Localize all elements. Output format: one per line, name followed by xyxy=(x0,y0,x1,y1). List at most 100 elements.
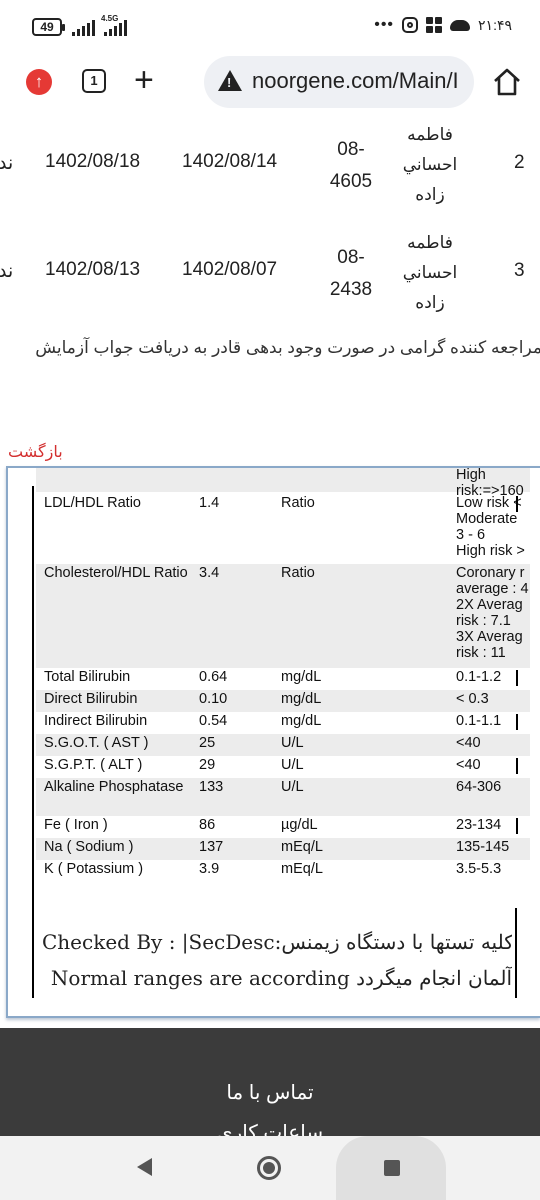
ready-date-cell: 1402/08/13 xyxy=(45,259,141,280)
table-row: ند 1402/08/13 1402/08/07 08- 2438 فاطمه … xyxy=(0,224,540,332)
test-unit: U/L xyxy=(281,757,304,773)
url-text[interactable]: noorgene.com/Main/I xyxy=(252,68,459,94)
code-cell[interactable]: 08- 2438 xyxy=(326,242,376,306)
home-icon[interactable] xyxy=(492,67,522,97)
lab-result-row: LDL/HDL Ratio 1.4 Ratio Low risk < Moderate… xyxy=(36,494,530,564)
name-line-2: احساني xyxy=(402,263,458,282)
reference-range: 135-145 xyxy=(456,839,510,855)
status-bar: 49 4.5G ••• ۲۱:۴۹ xyxy=(0,0,540,56)
clock-time: ۲۱:۴۹ xyxy=(478,16,512,33)
test-value: 25 xyxy=(199,735,216,751)
column-border-mark xyxy=(516,496,518,512)
test-unit: µg/dL xyxy=(281,817,318,833)
debt-notice-text: مراجعه کننده گرامی در صورت وجود بدهی قاد… xyxy=(35,338,540,357)
reference-range: 64-306 xyxy=(456,779,502,795)
test-name: Direct Bilirubin xyxy=(44,691,138,707)
test-value: 133 xyxy=(199,779,224,795)
test-name: K ( Potassium ) xyxy=(44,861,144,877)
lab-result-row: Alkaline Phosphatase 133 U/L 64-306 xyxy=(36,778,530,816)
lab-result-row: Direct Bilirubin 0.10 mg/dL < 0.3 xyxy=(36,690,530,712)
name-line-2: احساني xyxy=(402,155,458,174)
more-notifications-icon: ••• xyxy=(374,16,395,33)
test-value: 3.4 xyxy=(199,565,220,581)
test-value: 29 xyxy=(199,757,216,773)
test-unit: Ratio xyxy=(281,495,315,511)
signal-icon-secondary xyxy=(104,18,127,36)
recents-square-icon[interactable] xyxy=(384,1160,400,1176)
code-line-2: 2438 xyxy=(329,279,373,300)
test-unit: U/L xyxy=(281,779,304,795)
column-border-mark xyxy=(516,714,518,730)
instagram-icon xyxy=(402,17,419,33)
test-name: Total Bilirubin xyxy=(44,669,131,685)
app-grid-icon xyxy=(426,17,443,33)
reference-range: Low risk < Moderate 3 - 6 High risk > xyxy=(456,495,525,559)
back-link[interactable]: بازگشت xyxy=(8,442,63,462)
name-line-3: زاده xyxy=(415,185,445,204)
reference-range: 23-134 xyxy=(456,817,502,833)
test-value: 1.4 xyxy=(199,495,220,511)
status-cell: ند xyxy=(0,153,14,174)
lab-result-row: K ( Potassium ) 3.9 mEq/L 3.5-5.3 xyxy=(36,860,530,882)
code-line-2: 4605 xyxy=(329,171,373,192)
test-value: 3.9 xyxy=(199,861,220,877)
received-date-cell: 1402/08/07 xyxy=(182,259,278,280)
lab-result-row: Fe ( Iron ) 86 µg/dL 23-134 xyxy=(36,816,530,838)
contact-us-heading[interactable]: تماس با ما xyxy=(0,1080,540,1105)
ready-date-cell: 1402/08/18 xyxy=(45,151,141,172)
lab-result-row: S.G.O.T. ( AST ) 25 U/L <40 xyxy=(36,734,530,756)
reference-range: <40 xyxy=(456,735,481,751)
column-border-mark xyxy=(516,818,518,834)
lab-result-row: Na ( Sodium ) 137 mEq/L 135-145 xyxy=(36,838,530,860)
test-value: 0.54 xyxy=(199,713,228,729)
code-line-1: 08- xyxy=(337,139,365,160)
test-unit: mEq/L xyxy=(281,861,323,877)
status-cell: ند xyxy=(0,261,14,282)
web-page-content: ند 1402/08/18 1402/08/14 08- 4605 فاطمه … xyxy=(0,116,540,1136)
checked-by-line: Checked By : |SecDesc:کلیه تستها با دستگ… xyxy=(42,930,512,954)
address-bar[interactable]: noorgene.com/Main/I xyxy=(204,56,474,108)
test-unit: mg/dL xyxy=(281,713,322,729)
cloud-icon xyxy=(450,19,471,31)
code-line-1: 08- xyxy=(337,247,365,268)
reference-range: < 0.3 xyxy=(456,691,489,707)
lab-result-row: Total Bilirubin 0.64 mg/dL 0.1-1.2 xyxy=(36,668,530,690)
arrow-up-icon[interactable]: ↑ xyxy=(26,69,52,95)
reference-range: Coronary r average : 4 2X Averag risk : … xyxy=(456,565,529,661)
home-circle-icon[interactable] xyxy=(257,1156,281,1180)
test-unit: mg/dL xyxy=(281,691,322,707)
normal-ranges-line: آلمان انجام میگردد Normal ranges are acc… xyxy=(50,966,512,990)
signal-icon xyxy=(72,18,95,36)
reference-range: 3.5-5.3 xyxy=(456,861,502,877)
test-value: 86 xyxy=(199,817,216,833)
test-name: S.G.P.T. ( ALT ) xyxy=(44,757,143,773)
test-name: LDL/HDL Ratio xyxy=(44,495,141,511)
name-line-1: فاطمه xyxy=(407,125,453,144)
reference-range: <40 xyxy=(456,757,481,773)
test-name: Cholesterol/HDL Ratio xyxy=(44,565,188,581)
test-name: S.G.O.T. ( AST ) xyxy=(44,735,149,751)
back-triangle-icon[interactable] xyxy=(137,1158,152,1176)
test-unit: U/L xyxy=(281,735,304,751)
lab-result-row: High risk:=>160 xyxy=(36,468,530,499)
patient-name-cell: فاطمه احساني زاده xyxy=(400,120,460,210)
browser-toolbar: ↑ 1 + noorgene.com/Main/I xyxy=(0,56,540,116)
received-date-cell: 1402/08/14 xyxy=(182,151,278,172)
tab-count-button[interactable]: 1 xyxy=(82,69,106,93)
new-tab-button[interactable]: + xyxy=(134,60,154,100)
reference-range: 0.1-1.2 xyxy=(456,669,502,685)
code-cell[interactable]: 08- 4605 xyxy=(326,134,376,198)
battery-icon: 49 xyxy=(32,18,65,36)
lab-result-row: Cholesterol/HDL Ratio 3.4 Ratio Coronary r … xyxy=(36,564,530,668)
column-border-mark xyxy=(516,758,518,774)
report-right-border xyxy=(515,908,517,998)
test-name: Alkaline Phosphatase xyxy=(44,779,184,795)
patient-name-cell: فاطمه احساني زاده xyxy=(400,228,460,318)
test-unit: Ratio xyxy=(281,565,315,581)
row-index: 3 xyxy=(514,260,525,281)
warning-icon[interactable] xyxy=(218,70,242,91)
test-name: Na ( Sodium ) xyxy=(44,839,134,855)
lab-report-frame[interactable]: High risk:=>160 LDL/HDL Ratio 1.4 Ratio Low … xyxy=(6,466,540,1018)
test-name: Fe ( Iron ) xyxy=(44,817,108,833)
working-hours-heading: ساعات کاری xyxy=(216,1122,324,1136)
